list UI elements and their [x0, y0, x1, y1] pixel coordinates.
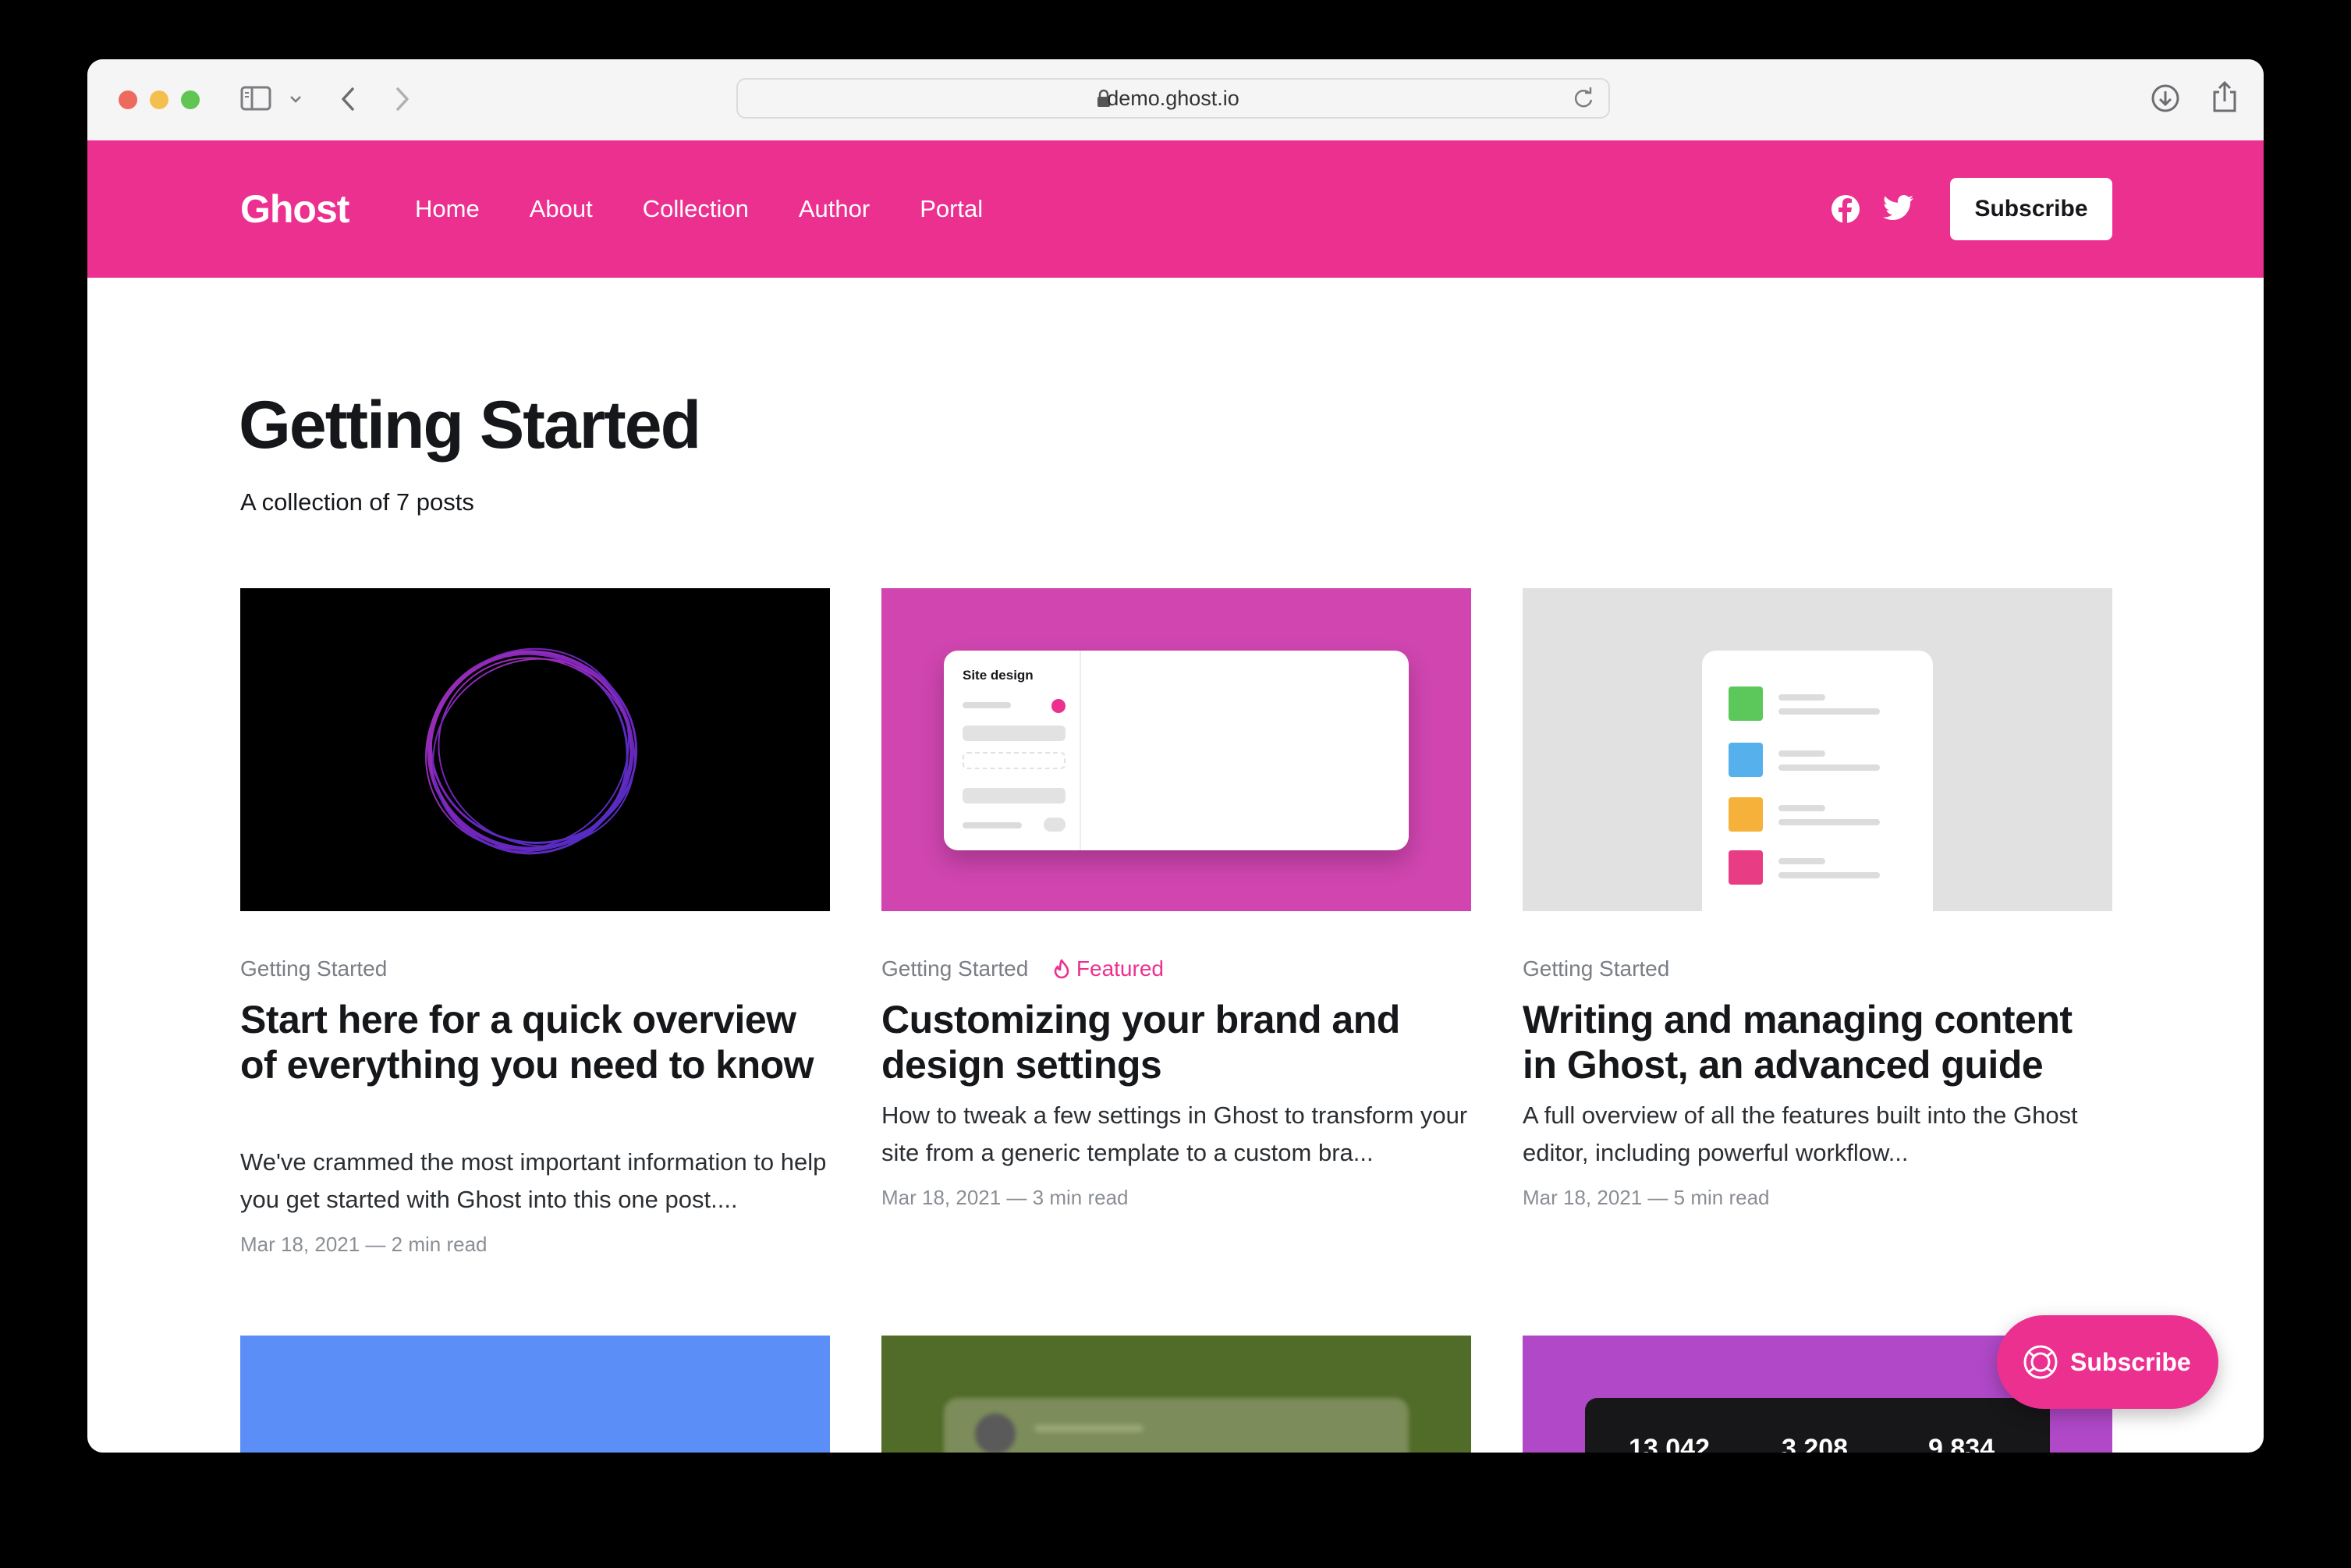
post-tag[interactable]: Getting Started	[881, 956, 1028, 981]
back-button[interactable]	[339, 86, 359, 116]
post-meta: Mar 18, 2021 — 5 min read	[1523, 1186, 1770, 1209]
page-title: Getting Started	[239, 388, 701, 463]
nav-home[interactable]: Home	[415, 195, 480, 223]
post-tags: Getting Started	[1523, 956, 1669, 981]
mockup-heading: Site design	[963, 668, 1034, 683]
share-icon	[2213, 80, 2236, 112]
chevron-right-icon	[396, 87, 409, 111]
post-title[interactable]: Customizing your brand and design settin…	[881, 997, 1471, 1087]
ring-artwork-image	[425, 647, 638, 855]
downloads-button[interactable]	[2150, 83, 2181, 118]
post-tags: Getting Started Featured	[881, 956, 1164, 981]
post-image[interactable]	[240, 1336, 830, 1453]
post-image[interactable]	[881, 1336, 1471, 1453]
portal-icon	[2023, 1345, 2058, 1379]
flame-icon	[1054, 959, 1069, 979]
blurred-card-mockup	[944, 1398, 1409, 1453]
sidebar-toggle-button[interactable]	[240, 86, 271, 115]
nav-portal[interactable]: Portal	[920, 195, 983, 223]
site-logo[interactable]: Ghost	[240, 140, 349, 278]
featured-badge: Featured	[1053, 956, 1164, 981]
stats-panel-mockup: 13,042 3,208 9,834	[1585, 1398, 2050, 1453]
post-image[interactable]	[1523, 588, 2112, 911]
browser-toolbar: demo.ghost.io	[87, 59, 2264, 141]
nav-collection[interactable]: Collection	[643, 195, 749, 223]
portal-subscribe-button[interactable]: Subscribe	[1997, 1315, 2218, 1409]
post-title[interactable]: Start here for a quick overview of every…	[240, 997, 830, 1087]
post-excerpt[interactable]: How to tweak a few settings in Ghost to …	[881, 1097, 1471, 1172]
share-button[interactable]	[2211, 80, 2239, 118]
post-image[interactable]: Site design	[881, 588, 1471, 911]
post-image[interactable]	[240, 588, 830, 911]
featured-label: Featured	[1076, 956, 1164, 981]
header-subscribe-button[interactable]: Subscribe	[1950, 178, 2112, 240]
post-tag[interactable]: Getting Started	[240, 956, 387, 981]
stat-value: 13,042	[1629, 1434, 1710, 1453]
close-window-button[interactable]	[119, 90, 137, 109]
main-nav: Home About Collection Author Portal	[415, 140, 1033, 278]
sidebar-menu-chevron-button[interactable]	[289, 94, 303, 108]
site-header: Ghost Home About Collection Author Porta…	[87, 140, 2264, 278]
post-excerpt[interactable]: We've crammed the most important informa…	[240, 1144, 830, 1219]
sidebar-icon	[240, 86, 271, 111]
nav-author[interactable]: Author	[799, 195, 870, 223]
zoom-window-button[interactable]	[181, 90, 200, 109]
post-tag[interactable]: Getting Started	[1523, 956, 1669, 981]
post-title[interactable]: Writing and managing content in Ghost, a…	[1523, 997, 2112, 1087]
nav-about[interactable]: About	[530, 195, 593, 223]
site-design-mockup: Site design	[944, 651, 1409, 850]
reload-icon[interactable]	[1573, 87, 1594, 110]
editor-cards-mockup	[1702, 651, 1933, 911]
portal-subscribe-label: Subscribe	[2070, 1348, 2191, 1376]
address-bar-url: demo.ghost.io	[1107, 87, 1239, 110]
post-tags: Getting Started	[240, 956, 387, 981]
chevron-left-icon	[342, 87, 354, 111]
address-bar[interactable]: demo.ghost.io	[736, 78, 1610, 119]
facebook-icon[interactable]	[1832, 195, 1860, 223]
post-meta: Mar 18, 2021 — 2 min read	[240, 1233, 488, 1256]
post-excerpt[interactable]: A full overview of all the features buil…	[1523, 1097, 2112, 1172]
forward-button[interactable]	[392, 86, 412, 116]
download-icon	[2151, 84, 2179, 112]
browser-window: demo.ghost.io Ghost Home About Collectio…	[87, 59, 2264, 1453]
chevron-down-icon	[290, 96, 301, 103]
minimize-window-button[interactable]	[150, 90, 168, 109]
collection-description: A collection of 7 posts	[240, 488, 474, 516]
stat-value: 3,208	[1782, 1434, 1849, 1453]
post-meta: Mar 18, 2021 — 3 min read	[881, 1186, 1129, 1209]
twitter-icon[interactable]	[1883, 195, 1914, 222]
stat-value: 9,834	[1928, 1434, 1995, 1453]
